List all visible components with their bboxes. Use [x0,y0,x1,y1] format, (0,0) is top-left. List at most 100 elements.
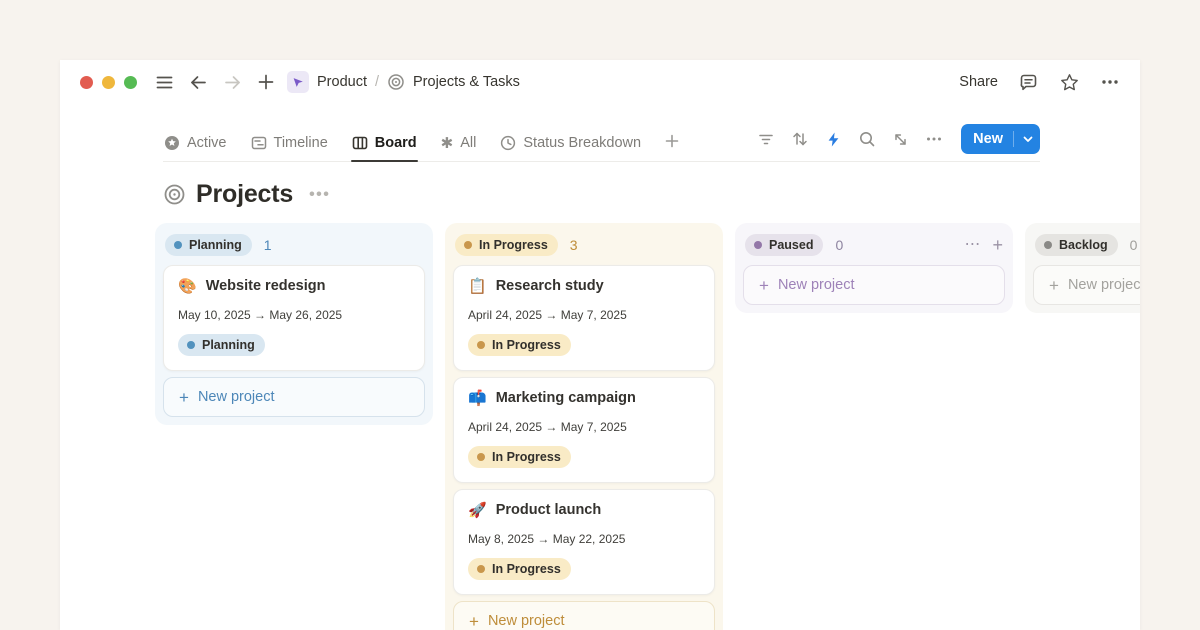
traffic-lights [80,76,137,89]
breadcrumb-workspace[interactable]: Product [317,74,367,90]
new-button-label: New [973,131,1003,147]
tab-status-breakdown[interactable]: Status Breakdown [499,131,642,161]
status-dot-icon [187,341,195,349]
zoom-window-button[interactable] [124,76,137,89]
comment-icon[interactable] [1018,72,1039,93]
hamburger-icon[interactable] [155,73,174,92]
card-status-label: In Progress [492,338,561,352]
workspace-cursor-icon[interactable] [287,71,309,93]
asterisk-icon: ✱ [441,136,454,151]
share-button[interactable]: Share [959,74,998,90]
view-tab-bar: Active Timeline Board ✱ All Status Break… [163,124,1040,162]
card-title-text: Research study [496,278,604,294]
new-button[interactable]: New [961,124,1040,154]
breadcrumb: Product / Projects & Tasks [287,71,520,93]
plus-icon: + [179,389,189,406]
board-column-backlog: Backlog 0 +New project [1025,223,1140,313]
column-add-icon[interactable]: + [992,236,1003,254]
star-circle-icon [164,135,180,151]
app-window: Product / Projects & Tasks Share [60,60,1140,630]
timeline-icon [251,135,267,151]
status-dot-icon [174,241,182,249]
page-header: Projects ••• [163,180,1040,209]
plus-icon: + [759,277,769,294]
column-count: 0 [835,237,843,253]
card-date-range: April 24, 2025 → May 7, 2025 [468,420,700,434]
button-divider [1013,131,1014,147]
status-dot-icon [477,453,485,461]
page-more-icon[interactable]: ••• [309,186,330,204]
back-arrow-icon[interactable] [189,73,208,92]
column-more-icon[interactable]: ⋯ [964,237,980,253]
filter-icon[interactable] [757,130,775,148]
card-title-text: Website redesign [206,278,326,294]
tab-active[interactable]: Active [163,131,228,161]
card-status-pill: In Progress [468,446,571,468]
close-window-button[interactable] [80,76,93,89]
column-status-pill[interactable]: Paused [745,234,823,256]
target-icon [163,183,186,206]
board-column-planning: Planning 1 🎨 Website redesign May 10, 2025 →… [155,223,433,425]
toolbar-more-icon[interactable] [925,130,943,148]
clipboard-emoji: 📋 [468,279,487,294]
card-title-text: Product launch [496,502,602,518]
project-card[interactable]: 🚀 Product launch May 8, 2025 → May 22, 202… [453,489,715,595]
column-name: Backlog [1059,238,1108,252]
page-title[interactable]: Projects [196,180,293,209]
mailbox-emoji: 📫 [468,391,487,406]
new-project-label: New project [198,389,275,405]
tab-board[interactable]: Board [351,131,418,161]
target-icon [387,73,405,91]
project-card[interactable]: 🎨 Website redesign May 10, 2025 → May 26, … [163,265,425,371]
board-icon [352,135,368,151]
card-status-pill: In Progress [468,334,571,356]
tab-label: All [460,135,476,151]
column-header: Paused 0 ⋯ + [743,233,1005,257]
sort-icon[interactable] [791,130,809,148]
star-icon[interactable] [1059,72,1080,93]
new-project-button[interactable]: +New project [453,601,715,630]
project-card[interactable]: 📋Research studyApril 24, 2025 → May 7, 2… [453,265,715,371]
card-title-row: 📋 Research study [468,278,700,294]
card-date-range: May 10, 2025 → May 26, 2025 [178,308,410,322]
column-count: 0 [1130,237,1138,253]
card-date-range: May 8, 2025 → May 22, 2025 [468,532,700,546]
search-icon[interactable] [858,130,876,148]
card-status-label: In Progress [492,562,561,576]
expand-icon[interactable] [892,131,909,148]
new-project-button[interactable]: + New project [163,377,425,417]
column-count: 1 [264,237,272,253]
card-title-row: 📫 Marketing campaign [468,390,700,406]
column-status-pill[interactable]: Backlog [1035,234,1118,256]
rocket-emoji: 🚀 [468,503,487,518]
chevron-down-icon[interactable] [1020,131,1036,147]
project-card[interactable]: 📫 Marketing campaign April 24, 2025 → May … [453,377,715,483]
card-status-label: In Progress [492,450,561,464]
board-column-in-progress: In Progress 3 📋 Research study April 24, 202… [445,223,723,630]
lightning-icon[interactable] [825,131,842,148]
tab-label: Status Breakdown [523,135,641,151]
breadcrumb-separator: / [375,74,379,90]
column-count: 3 [570,237,578,253]
new-page-plus-icon[interactable] [257,73,275,91]
column-header: Planning 1 [163,233,425,257]
card-title-row: 🎨 Website redesign [178,278,410,294]
column-status-pill[interactable]: Planning [165,234,252,256]
add-view-icon[interactable] [664,133,680,159]
column-status-pill[interactable]: In Progress [455,234,558,256]
card-title-text: Marketing campaign [496,390,636,406]
minimize-window-button[interactable] [102,76,115,89]
status-dot-icon [477,341,485,349]
tab-all[interactable]: ✱ All [440,131,478,161]
forward-arrow-icon[interactable] [223,73,242,92]
new-project-label: New project [778,277,855,293]
column-name: Paused [769,238,813,252]
more-icon[interactable] [1100,72,1120,92]
breadcrumb-page[interactable]: Projects & Tasks [413,74,520,90]
tab-timeline[interactable]: Timeline [250,131,329,161]
status-dot-icon [477,565,485,573]
palette-emoji: 🎨 [178,279,197,294]
new-project-button[interactable]: +New project [1033,265,1140,305]
board-column-paused: Paused 0 ⋯ + + New project [735,223,1013,313]
new-project-button[interactable]: + New project [743,265,1005,305]
